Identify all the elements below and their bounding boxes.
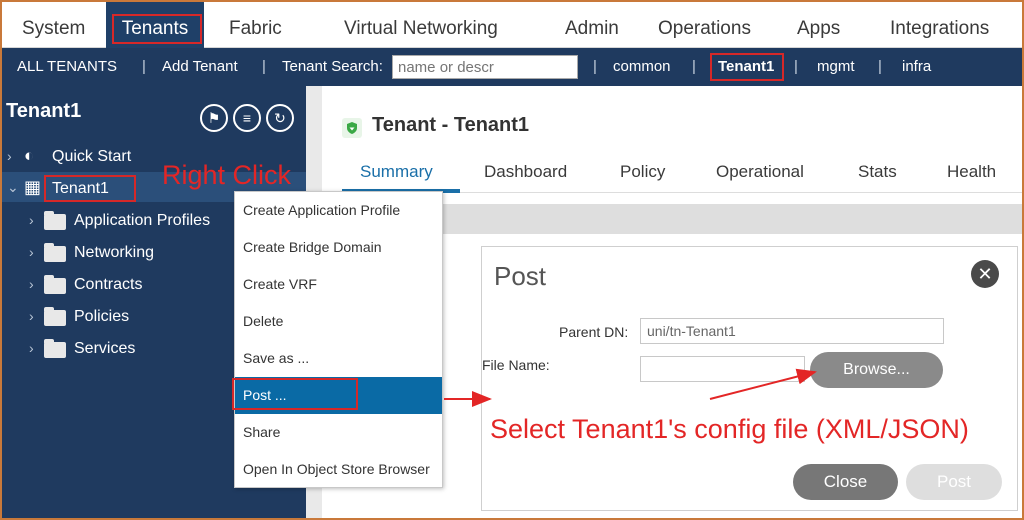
tenant-link-mgmt[interactable]: mgmt <box>817 48 855 86</box>
tab-health[interactable]: Health <box>947 162 996 182</box>
menu-item-create-bridge-domain[interactable]: Create Bridge Domain <box>235 229 442 266</box>
close-icon[interactable]: ✕ <box>971 260 999 288</box>
tree-item-policies[interactable]: Policies <box>74 308 129 326</box>
tab-policy[interactable]: Policy <box>620 162 665 182</box>
folder-icon <box>44 339 66 358</box>
tree-item-quick-start[interactable]: Quick Start <box>52 148 131 166</box>
flag-icon[interactable]: ⚑ <box>200 104 228 132</box>
chevron-right-icon[interactable]: › <box>7 148 12 164</box>
tree-item-application-profiles[interactable]: Application Profiles <box>74 212 210 230</box>
divider: | <box>593 58 597 75</box>
post-button[interactable]: Post <box>906 464 1002 500</box>
tenant1-link-highlight <box>710 53 784 81</box>
menu-item-open-object-store-browser[interactable]: Open In Object Store Browser <box>235 451 442 488</box>
right-click-annotation: Right Click <box>162 160 292 190</box>
tenant-link-infra[interactable]: infra <box>902 48 931 86</box>
close-button[interactable]: Close <box>793 464 898 500</box>
menu-item-delete[interactable]: Delete <box>235 303 442 340</box>
tenant-link-common[interactable]: common <box>613 48 671 86</box>
screenshot-frame: System Tenants Fabric Virtual Networking… <box>0 0 1024 520</box>
tree-item-networking[interactable]: Networking <box>74 244 154 262</box>
tenant-search-label: Tenant Search: <box>282 58 383 75</box>
divider: | <box>692 58 696 75</box>
menu-item-create-application-profile[interactable]: Create Application Profile <box>235 192 442 229</box>
list-icon[interactable]: ≡ <box>233 104 261 132</box>
sub-nav: ALL TENANTS | Add Tenant | Tenant Search… <box>2 48 1022 86</box>
nav-operations[interactable]: Operations <box>658 2 751 48</box>
tab-stats[interactable]: Stats <box>858 162 897 182</box>
nav-virtual-networking[interactable]: Virtual Networking <box>344 2 498 48</box>
nav-admin[interactable]: Admin <box>565 2 619 48</box>
post-dialog: Post ✕ Parent DN: uni/tn-Tenant1 File Na… <box>481 246 1018 511</box>
divider: | <box>142 58 146 75</box>
page-title: Tenant - Tenant1 <box>372 114 530 136</box>
file-name-field[interactable] <box>640 356 805 382</box>
chevron-right-icon[interactable]: › <box>29 340 34 356</box>
chevron-right-icon[interactable]: › <box>29 308 34 324</box>
menu-item-share[interactable]: Share <box>235 414 442 451</box>
folder-icon <box>44 307 66 326</box>
divider: | <box>794 58 798 75</box>
nav-integrations[interactable]: Integrations <box>890 2 989 48</box>
menu-item-save-as[interactable]: Save as ... <box>235 340 442 377</box>
tab-summary[interactable]: Summary <box>360 162 433 182</box>
nav-apps[interactable]: Apps <box>797 2 840 48</box>
tenant1-highlight <box>44 175 136 202</box>
tenant-shield-icon <box>342 118 362 138</box>
parent-dn-label: Parent DN: <box>559 324 629 340</box>
chevron-right-icon[interactable]: › <box>29 244 34 260</box>
tab-operational[interactable]: Operational <box>716 162 804 182</box>
browse-button[interactable]: Browse... <box>810 352 943 388</box>
context-menu: Create Application Profile Create Bridge… <box>232 191 443 488</box>
nav-system[interactable]: System <box>22 2 85 48</box>
chevron-down-icon[interactable]: ⌄ <box>7 179 19 196</box>
menu-item-create-vrf[interactable]: Create VRF <box>235 266 442 303</box>
select-file-annotation: Select Tenant1's config file (XML/JSON) <box>490 414 969 444</box>
folder-icon <box>44 243 66 262</box>
top-nav: System Tenants Fabric Virtual Networking… <box>2 2 1022 48</box>
divider: | <box>878 58 882 75</box>
chevron-right-icon[interactable]: › <box>29 276 34 292</box>
nav-fabric[interactable]: Fabric <box>229 2 282 48</box>
folder-icon <box>44 275 66 294</box>
add-tenant-link[interactable]: Add Tenant <box>162 48 238 86</box>
file-name-label: File Name: <box>482 357 550 373</box>
dialog-title: Post <box>494 261 547 291</box>
tree-item-contracts[interactable]: Contracts <box>74 276 142 294</box>
tenant-search-input[interactable] <box>392 55 578 79</box>
sidebar-title: Tenant1 <box>6 100 82 122</box>
quick-start-icon: ◐ <box>24 146 35 165</box>
tab-dashboard[interactable]: Dashboard <box>484 162 567 182</box>
folder-icon <box>44 211 66 230</box>
nav-tenants[interactable]: Tenants <box>106 2 204 48</box>
nav-tenants-highlight <box>112 14 202 44</box>
chevron-right-icon[interactable]: › <box>29 212 34 228</box>
building-icon: ▦ <box>24 177 42 197</box>
divider: | <box>262 58 266 75</box>
refresh-icon[interactable]: ↻ <box>266 104 294 132</box>
post-item-highlight <box>232 378 358 410</box>
all-tenants-link[interactable]: ALL TENANTS <box>17 48 117 86</box>
tree-item-services[interactable]: Services <box>74 340 135 358</box>
parent-dn-field: uni/tn-Tenant1 <box>640 318 944 344</box>
